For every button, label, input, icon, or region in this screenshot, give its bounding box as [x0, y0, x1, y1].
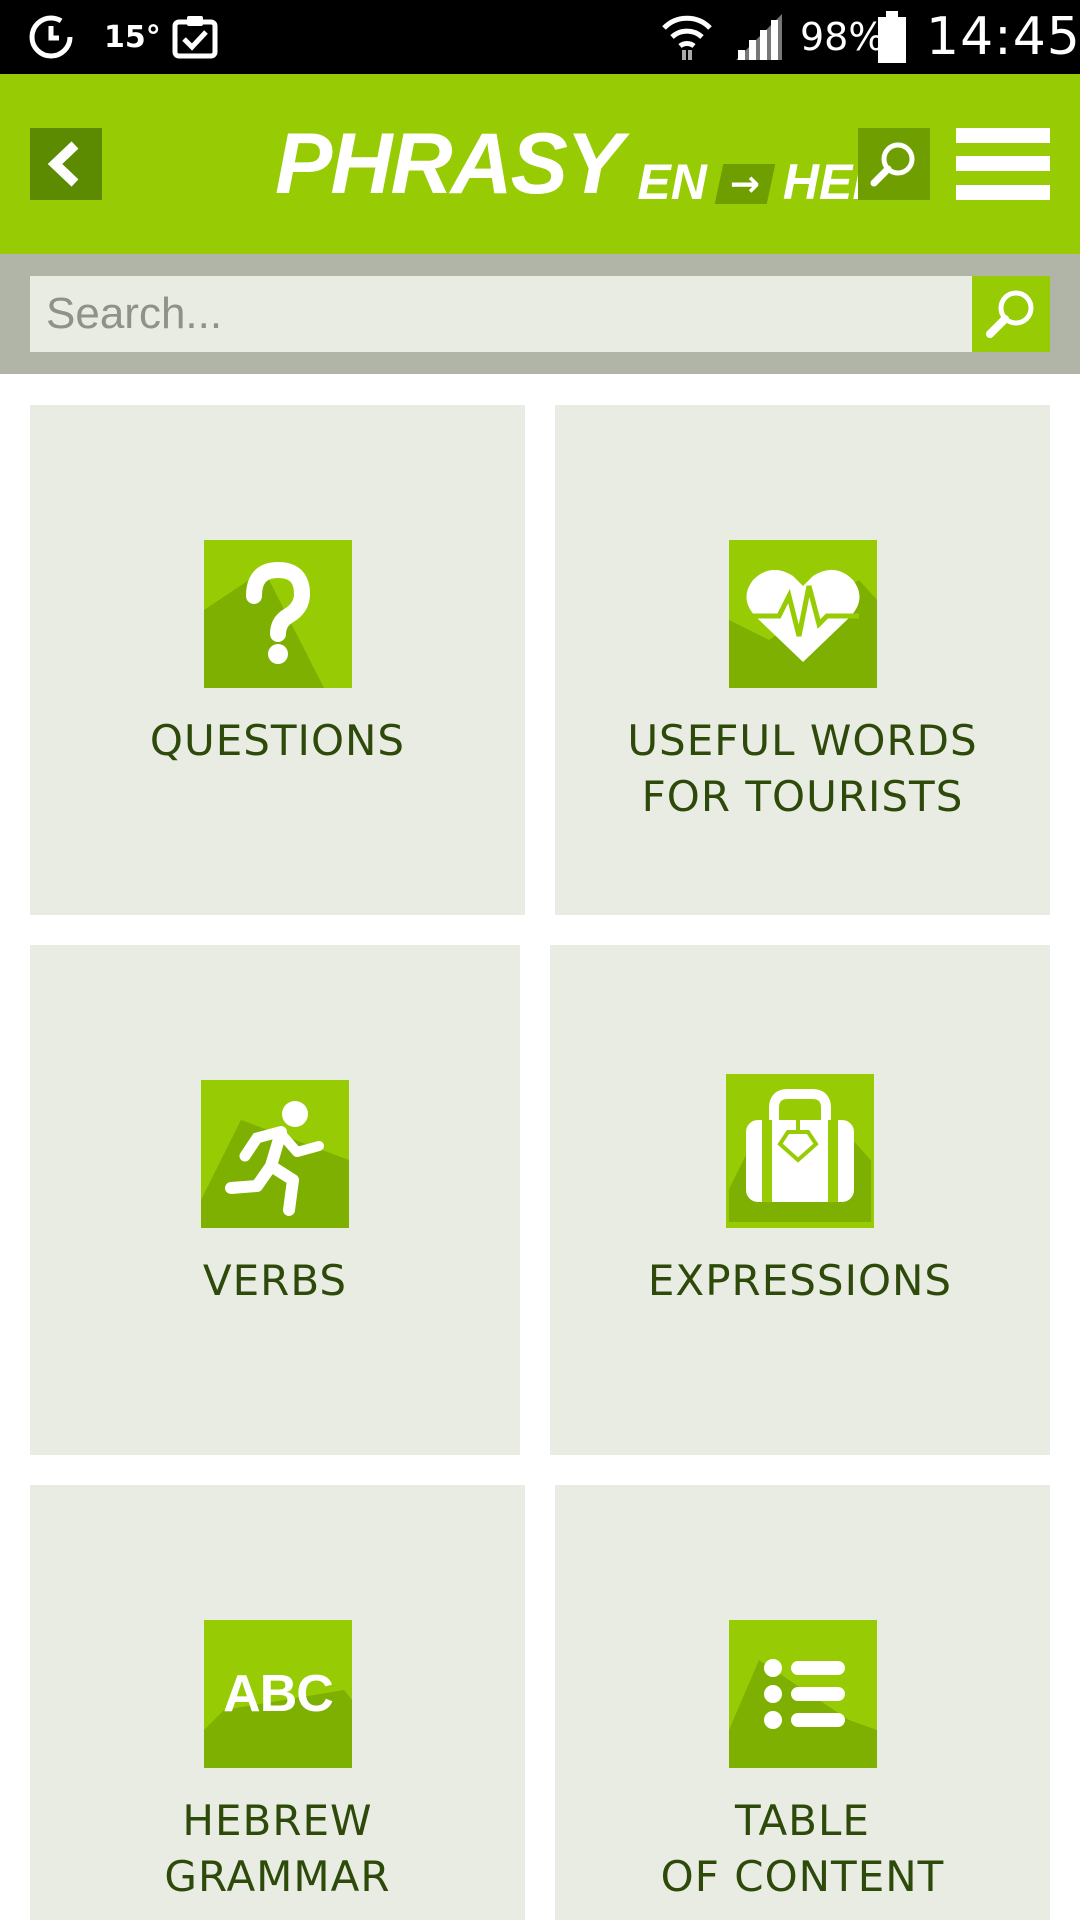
tile-label-line1: HEBREW: [182, 1796, 373, 1845]
clock-time: 14:45: [926, 7, 1080, 67]
battery-percent: 98%: [800, 15, 885, 59]
tile-label-line1: TABLE: [735, 1796, 870, 1845]
tile-label-line2: GRAMMAR: [164, 1852, 391, 1901]
hamburger-line: [956, 156, 1050, 171]
clipboard-check-icon: [172, 0, 218, 74]
arrow-glyph: →: [729, 163, 760, 205]
sync-icon: [26, 0, 76, 74]
abc-text: ABC: [223, 1665, 334, 1723]
tile-expressions[interactable]: EXPRESSIONS: [550, 945, 1050, 1455]
search-input[interactable]: [30, 276, 972, 352]
abc-icon: ABC: [204, 1620, 352, 1768]
question-mark-icon: [204, 540, 352, 688]
tile-label-line2: FOR TOURISTS: [641, 772, 964, 821]
tile-verbs[interactable]: VERBS: [30, 945, 520, 1455]
status-bar: 15° 98% 14:45: [0, 0, 1080, 74]
wifi-icon: [660, 0, 714, 74]
logo-arrow: →: [714, 163, 776, 205]
temperature-text: 15°: [104, 19, 161, 55]
logo-from-lang: EN: [637, 154, 707, 210]
tile-label: VERBS: [202, 1256, 348, 1305]
tile-label: QUESTIONS: [149, 716, 406, 765]
search-submit-button[interactable]: [972, 276, 1050, 352]
tile-questions[interactable]: QUESTIONS: [30, 405, 525, 915]
battery-icon: [876, 0, 908, 74]
tile-useful-words[interactable]: USEFUL WORDS FOR TOURISTS: [555, 405, 1050, 915]
search-icon: [986, 290, 1034, 338]
running-man-icon: [201, 1080, 349, 1228]
app-logo: PHRASY EN → HEB: [275, 114, 888, 214]
suitcase-icon: [726, 1074, 874, 1228]
tile-label-line2: OF CONTENT: [660, 1852, 945, 1901]
back-button[interactable]: [30, 128, 102, 200]
signal-icon: [732, 0, 786, 74]
hamburger-menu-button[interactable]: [956, 128, 1050, 200]
logo-main-text: PHRASY: [275, 116, 623, 212]
search-icon: [870, 142, 915, 187]
search-bar: [0, 254, 1080, 374]
list-icon: [729, 1620, 877, 1768]
header-search-button[interactable]: [858, 128, 930, 200]
back-arrow-icon: [47, 141, 79, 187]
tile-label: EXPRESSIONS: [647, 1256, 953, 1305]
tile-label-line1: USEFUL WORDS: [627, 716, 978, 765]
hamburger-menu-icon: [956, 128, 1050, 143]
app-header: PHRASY EN → HEB: [0, 74, 1080, 254]
heartbeat-icon: [729, 540, 877, 688]
tile-hebrew-grammar[interactable]: ABC HEBREW GRAMMAR: [30, 1485, 525, 1920]
tile-table-of-content[interactable]: TABLE OF CONTENT: [555, 1485, 1050, 1920]
hamburger-line: [956, 185, 1050, 200]
